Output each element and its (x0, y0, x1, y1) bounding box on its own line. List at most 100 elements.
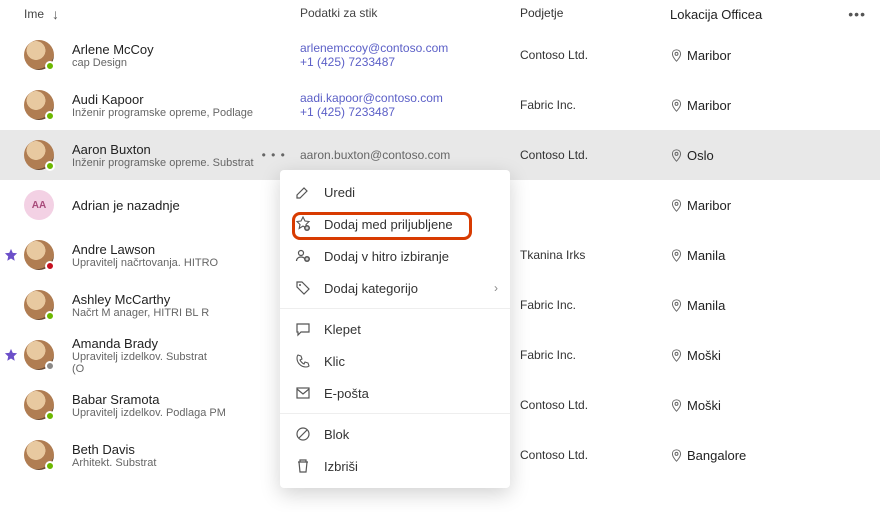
presence-indicator (45, 311, 55, 321)
contact-location: Bangalore (687, 448, 746, 463)
contact-company: Contoso Ltd. (520, 448, 670, 462)
contact-location: Moški (687, 348, 721, 363)
pencil-icon (294, 183, 312, 201)
contact-company: Fabric Inc. (520, 98, 670, 112)
sort-descending-icon[interactable]: ↓ (52, 6, 59, 22)
presence-indicator (45, 61, 55, 71)
avatar[interactable] (24, 240, 54, 270)
avatar[interactable] (24, 440, 54, 470)
ctx-delete[interactable]: Izbriši (280, 450, 510, 482)
presence-indicator (45, 361, 55, 371)
column-label: Ime (24, 7, 44, 21)
presence-indicator (45, 161, 55, 171)
contact-company: Contoso Ltd. (520, 48, 670, 62)
contact-name: Babar Sramota (72, 392, 226, 407)
contact-email[interactable]: arlenemccoy@contoso.com (300, 41, 520, 55)
contact-location: Oslo (687, 148, 714, 163)
contact-title: Upravitelj načrtovanja. HITRO (72, 257, 218, 269)
separator (280, 413, 510, 414)
row-more-button[interactable]: • • • (262, 148, 286, 162)
tag-icon (294, 279, 312, 297)
contact-location: Maribor (687, 198, 731, 213)
contact-email[interactable]: aaron.buxton@contoso.com (300, 148, 520, 162)
ctx-favorite[interactable]: Dodaj med priljubljene (280, 208, 510, 240)
chat-icon (294, 320, 312, 338)
contact-company: Tkanina Irks (520, 248, 670, 262)
contact-email[interactable]: aadi.kapoor@contoso.com (300, 91, 520, 105)
contact-name: Adrian je nazadnje (72, 198, 180, 213)
avatar[interactable] (24, 40, 54, 70)
avatar[interactable] (24, 340, 54, 370)
contact-title: Upravitelj izdelkov. Podlaga PM (72, 407, 226, 419)
location-pin-icon (670, 249, 683, 262)
ctx-category[interactable]: Dodaj kategorijo › (280, 272, 510, 304)
avatar[interactable]: AA (24, 190, 54, 220)
presence-indicator (45, 411, 55, 421)
location-pin-icon (670, 299, 683, 312)
ctx-call[interactable]: Klic (280, 345, 510, 377)
contact-title: Upravitelj izdelkov. Substrat (72, 351, 207, 363)
contact-name: Beth Davis (72, 442, 156, 457)
contact-name: Audi Kapoor (72, 92, 253, 107)
phone-icon (294, 352, 312, 370)
trash-icon (294, 457, 312, 475)
contact-location: Moški (687, 398, 721, 413)
favorite-star-icon[interactable] (4, 248, 18, 262)
contact-name: Amanda Brady (72, 336, 207, 351)
separator (280, 308, 510, 309)
contact-company: Contoso Ltd. (520, 148, 670, 162)
table-row[interactable]: Arlene McCoycap Design arlenemccoy@contos… (0, 30, 880, 80)
contact-company: Fabric Inc. (520, 298, 670, 312)
table-header: Ime ↓ Podatki za stik Podjetje Lokacija … (0, 0, 880, 30)
location-pin-icon (670, 349, 683, 362)
contact-location: Manila (687, 248, 725, 263)
column-header-contact[interactable]: Podatki za stik (300, 6, 520, 22)
contact-location: Maribor (687, 98, 731, 113)
contact-phone[interactable]: +1 (425) 7233487 (300, 105, 520, 119)
contact-name: Andre Lawson (72, 242, 218, 257)
presence-label: (O (72, 363, 207, 375)
contact-location: Manila (687, 298, 725, 313)
column-header-name[interactable]: Ime ↓ (0, 6, 300, 22)
contact-phone[interactable]: +1 (425) 7233487 (300, 55, 520, 69)
contact-title: Arhitekt. Substrat (72, 457, 156, 469)
star-add-icon (294, 215, 312, 233)
contact-title: Načrt M anager, HITRI BL R (72, 307, 209, 319)
ctx-speed-dial[interactable]: Dodaj v hitro izbiranje (280, 240, 510, 272)
contact-title: cap Design (72, 57, 154, 69)
avatar[interactable] (24, 140, 54, 170)
location-pin-icon (670, 149, 683, 162)
avatar[interactable] (24, 390, 54, 420)
contact-company: Fabric Inc. (520, 348, 670, 362)
ctx-edit[interactable]: Uredi (280, 176, 510, 208)
table-row[interactable]: Audi KapoorInženir programske opreme, Po… (0, 80, 880, 130)
contact-title: Inženir programske opreme. Substrat (72, 157, 254, 169)
contact-name: Aaron Buxton (72, 142, 254, 157)
person-add-icon (294, 247, 312, 265)
contact-location: Maribor (687, 48, 731, 63)
location-pin-icon (670, 399, 683, 412)
ctx-chat[interactable]: Klepet (280, 313, 510, 345)
contact-name: Ashley McCarthy (72, 292, 209, 307)
favorite-star-icon[interactable] (4, 348, 18, 362)
column-header-company[interactable]: Podjetje (520, 6, 670, 22)
contact-company: Contoso Ltd. (520, 398, 670, 412)
contact-title: Inženir programske opreme, Podlage (72, 107, 253, 119)
presence-indicator (45, 261, 55, 271)
ctx-email[interactable]: E-pošta (280, 377, 510, 409)
location-pin-icon (670, 99, 683, 112)
presence-indicator (45, 111, 55, 121)
avatar[interactable] (24, 90, 54, 120)
ctx-block[interactable]: Blok (280, 418, 510, 450)
chevron-right-icon: › (494, 281, 498, 295)
location-pin-icon (670, 449, 683, 462)
contact-name: Arlene McCoy (72, 42, 154, 57)
context-menu: Uredi Dodaj med priljubljene Dodaj v hit… (280, 170, 510, 488)
mail-icon (294, 384, 312, 402)
location-pin-icon (670, 49, 683, 62)
avatar[interactable] (24, 290, 54, 320)
block-icon (294, 425, 312, 443)
location-pin-icon (670, 199, 683, 212)
presence-indicator (45, 461, 55, 471)
table-more-button[interactable]: ••• (848, 6, 866, 22)
